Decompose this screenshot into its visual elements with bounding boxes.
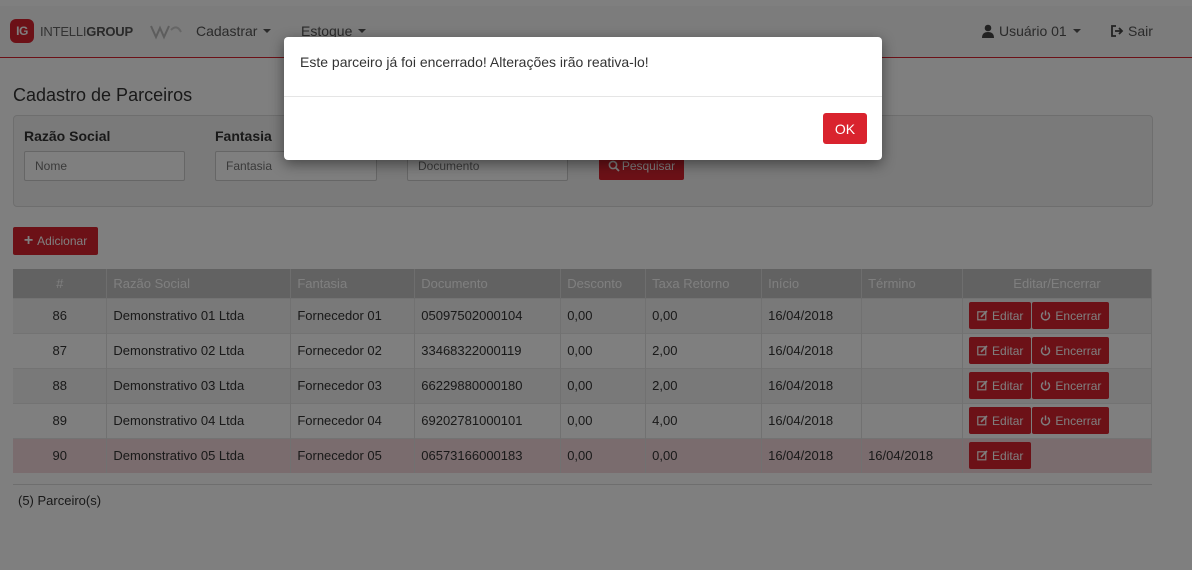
dialog-message: Este parceiro já foi encerrado! Alteraçõ… bbox=[300, 54, 649, 70]
dialog-body: Este parceiro já foi encerrado! Alteraçõ… bbox=[284, 37, 882, 97]
confirmation-dialog: Este parceiro já foi encerrado! Alteraçõ… bbox=[284, 37, 882, 160]
ok-button[interactable]: OK bbox=[823, 113, 867, 144]
